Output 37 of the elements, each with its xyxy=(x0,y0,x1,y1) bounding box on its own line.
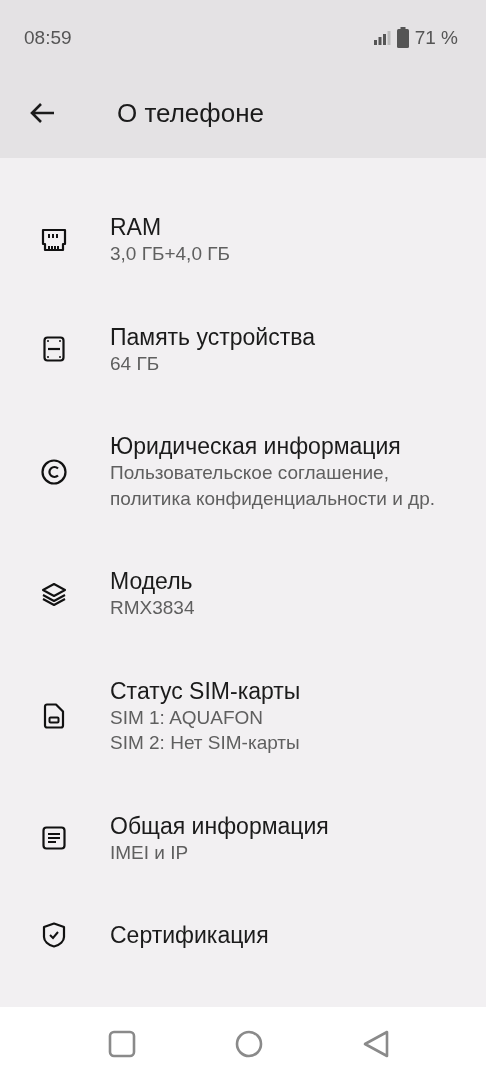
settings-item[interactable]: Сертификация xyxy=(0,893,486,977)
back-nav-button[interactable] xyxy=(362,1029,390,1058)
home-button[interactable] xyxy=(235,1029,263,1058)
item-summary: Пользовательское соглашение, политика конфиденциальности и др. xyxy=(110,461,437,511)
layers-icon xyxy=(41,581,67,606)
item-title: Статус SIM-карты xyxy=(110,676,302,705)
item-summary: RMX3834 xyxy=(110,596,196,620)
settings-item[interactable]: Модель RMX3834 xyxy=(0,539,486,649)
item-summary: IMEI и IP xyxy=(110,840,190,865)
item-title: Юридическая информация xyxy=(110,432,402,460)
settings-item[interactable]: Статус SIM-карты SIM 1: AQUAFON SIM 2: Нет SIM-карты xyxy=(0,648,486,784)
recents-button[interactable] xyxy=(108,1029,136,1058)
screen-title: О телефоне xyxy=(117,97,264,129)
signal-icon xyxy=(373,30,391,45)
settings-item[interactable]: RAM 3,0 ГБ+4,0 ГБ xyxy=(0,185,486,295)
item-title: Модель xyxy=(110,567,194,595)
item-summary: SIM 2: Нет SIM-карты xyxy=(110,731,301,755)
clock: 08:59 xyxy=(24,26,72,49)
sim-card-icon xyxy=(43,703,65,729)
document-icon xyxy=(42,826,66,851)
settings-item[interactable]: Память устройства 64 ГБ xyxy=(0,294,486,404)
item-title: Память устройства xyxy=(110,322,316,351)
memory-chip-icon xyxy=(41,227,67,252)
item-title: Общая информация xyxy=(110,811,330,840)
copyright-icon xyxy=(41,458,67,485)
item-title: Сертификация xyxy=(110,921,270,949)
item-summary: 64 ГБ xyxy=(110,351,161,376)
settings-item[interactable]: Общая информация IMEI и IP xyxy=(0,783,486,893)
item-title: RAM xyxy=(110,213,163,241)
shield-check-icon xyxy=(42,922,66,948)
battery-percentage: 71 % xyxy=(414,26,458,49)
settings-item[interactable]: Юридическая информация Пользовательское соглашение, политика конфиденциальности и др. xyxy=(0,404,486,539)
item-summary: 3,0 ГБ+4,0 ГБ xyxy=(110,242,231,266)
item-summary: SIM 1: AQUAFON xyxy=(110,705,265,730)
battery-icon xyxy=(396,27,409,48)
storage-icon xyxy=(43,336,65,363)
back-arrow-icon xyxy=(29,102,55,124)
